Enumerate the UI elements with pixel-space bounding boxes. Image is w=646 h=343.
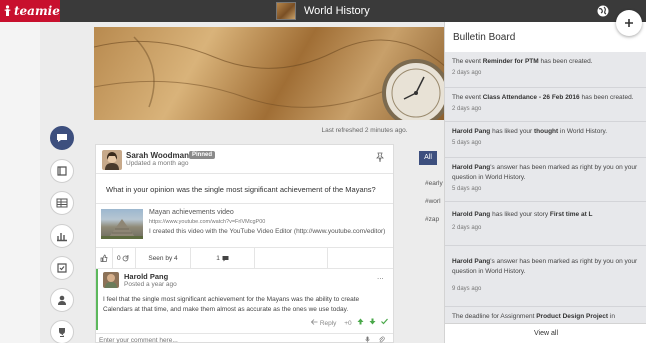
reply-button[interactable]: Reply <box>320 320 337 327</box>
downvote-icon[interactable] <box>369 318 376 325</box>
comments-count-value: 1 <box>216 255 220 262</box>
bulletin-entry-text: The event Reminder for PTM has been crea… <box>452 58 593 65</box>
reply-author-name[interactable]: Harold Pang <box>124 272 168 281</box>
comment-icon <box>222 255 229 262</box>
action-slot-empty <box>255 248 328 270</box>
post-question-text: What in your opinion was the single most… <box>106 185 376 194</box>
left-rail <box>0 22 40 343</box>
video-description: I created this video with the YouTube Vi… <box>149 228 386 235</box>
microphone-icon[interactable] <box>364 336 371 343</box>
bulletin-entry[interactable]: The event Class Attendance - 26 Feb 2016… <box>445 88 646 122</box>
rail-gradebook-button[interactable] <box>50 191 74 215</box>
reply-author-avatar[interactable] <box>103 272 119 288</box>
rail-badges-button[interactable] <box>50 320 74 343</box>
pinned-post-card: Sarah Woodman Pinned Updated a month ago… <box>95 144 394 343</box>
teamie-logo[interactable]: teamie <box>0 0 60 22</box>
refresh-icon <box>123 254 129 262</box>
filter-all-tab[interactable]: All <box>419 151 437 165</box>
reply-time: Posted a year ago <box>124 281 177 288</box>
post-actions-bar: 0 Seen by 4 1 <box>96 247 394 270</box>
bulletin-board-panel: Bulletin Board The event Reminder for PT… <box>444 22 646 343</box>
bulletin-entry[interactable]: Harold Pang's answer has been marked as … <box>445 246 646 307</box>
hashtag-zap[interactable]: #zap <box>425 216 439 223</box>
post-author-name[interactable]: Sarah Woodman <box>126 151 189 160</box>
seen-by-button[interactable]: Seen by 4 <box>136 248 191 270</box>
bulletin-entry-text: The event Class Attendance - 26 Feb 2016… <box>452 94 634 101</box>
hashtag-early[interactable]: #early <box>425 180 443 187</box>
question-divider <box>96 203 393 204</box>
reply-avatar-portrait <box>105 274 117 288</box>
logo-text: teamie <box>14 4 60 18</box>
vote-count[interactable]: 0 <box>113 248 136 270</box>
bulletin-entry-text: Harold Pang's answer has been marked as … <box>452 164 638 181</box>
course-banner-image <box>94 27 446 120</box>
header-divider <box>96 173 393 174</box>
top-bar: teamie World History <box>0 0 646 22</box>
bulletin-entry[interactable]: The deadline for Assignment Product Desi… <box>445 307 646 323</box>
bulletin-entry-time: 2 days ago <box>452 106 482 112</box>
avatar-portrait <box>105 152 119 170</box>
attachment-icon[interactable] <box>378 336 385 343</box>
bulletin-entry-time: 5 days ago <box>452 140 482 146</box>
rail-analytics-button[interactable] <box>50 224 74 248</box>
comment-box <box>96 333 393 343</box>
video-thumbnail[interactable] <box>101 209 143 239</box>
checkbox-icon <box>57 263 67 273</box>
like-button[interactable] <box>96 248 113 270</box>
logo-figure-icon <box>4 5 11 16</box>
comment-input[interactable] <box>99 335 339 343</box>
upvote-icon[interactable] <box>357 318 364 325</box>
bulletin-entry-text: Harold Pang has liked your thought in Wo… <box>452 128 608 135</box>
bulletin-entry[interactable]: The event Reminder for PTM has been crea… <box>445 52 646 88</box>
notifications-globe-icon[interactable] <box>597 5 609 17</box>
bulletin-entry-text: Harold Pang has liked your story First t… <box>452 211 593 218</box>
bulletin-entry-time: 2 days ago <box>452 70 482 76</box>
chat-icon <box>57 134 67 142</box>
mark-right-check-icon[interactable] <box>381 318 389 325</box>
course-title[interactable]: World History <box>304 0 370 22</box>
bulletin-entry[interactable]: Harold Pang's answer has been marked as … <box>445 158 646 202</box>
thumbs-up-icon <box>100 254 108 263</box>
add-post-button[interactable] <box>616 10 642 36</box>
bar-chart-icon <box>57 233 67 242</box>
bulletin-entry[interactable]: Harold Pang has liked your story First t… <box>445 202 646 246</box>
action-slot-empty-2 <box>328 248 394 270</box>
reply-text: I feel that the single most significant … <box>103 296 360 313</box>
person-icon <box>58 295 66 305</box>
video-url[interactable]: https://www.youtube.com/watch?v=FrlVMcgP… <box>149 219 265 225</box>
bulletin-entry-time: 5 days ago <box>452 186 482 192</box>
reply-more-menu[interactable]: ... <box>377 272 384 281</box>
reply-comment: Harold Pang Posted a year ago ... I feel… <box>96 269 393 330</box>
author-avatar[interactable] <box>102 150 122 170</box>
reply-arrow-icon <box>310 319 318 325</box>
table-icon <box>56 198 68 208</box>
bulletin-entry[interactable]: Harold Pang has liked your thought in Wo… <box>445 122 646 158</box>
vote-count-value: 0 <box>117 255 121 262</box>
comments-count-button[interactable]: 1 <box>191 248 255 270</box>
rail-members-button[interactable] <box>50 288 74 312</box>
map-compass-illustration <box>94 36 446 120</box>
plus-icon <box>625 18 633 27</box>
hashtag-worl[interactable]: #worl <box>425 198 441 205</box>
video-title-link[interactable]: Mayan achievements video <box>149 209 234 216</box>
reply-footer: Reply +0 <box>310 318 389 327</box>
bulletin-entry-text: The deadline for Assignment Product Desi… <box>452 313 615 320</box>
rail-lessons-button[interactable] <box>50 159 74 183</box>
bulletin-entry-text: Harold Pang's answer has been marked as … <box>452 258 638 275</box>
pinned-badge: Pinned <box>189 151 216 159</box>
view-all-button[interactable]: View all <box>445 323 646 343</box>
course-thumbnail[interactable] <box>276 2 296 20</box>
bulletin-entry-time: 2 days ago <box>452 225 482 231</box>
trophy-icon <box>59 328 65 337</box>
bulletin-entry-time: 9 days ago <box>452 286 482 292</box>
rail-tasks-button[interactable] <box>50 256 74 280</box>
reply-score: +0 <box>344 320 352 327</box>
book-icon <box>57 166 67 176</box>
rail-discussion-button[interactable] <box>50 126 74 150</box>
post-updated-time: Updated a month ago <box>126 160 189 167</box>
pyramid-image <box>101 219 143 239</box>
pin-toggle-icon[interactable] <box>375 152 385 162</box>
